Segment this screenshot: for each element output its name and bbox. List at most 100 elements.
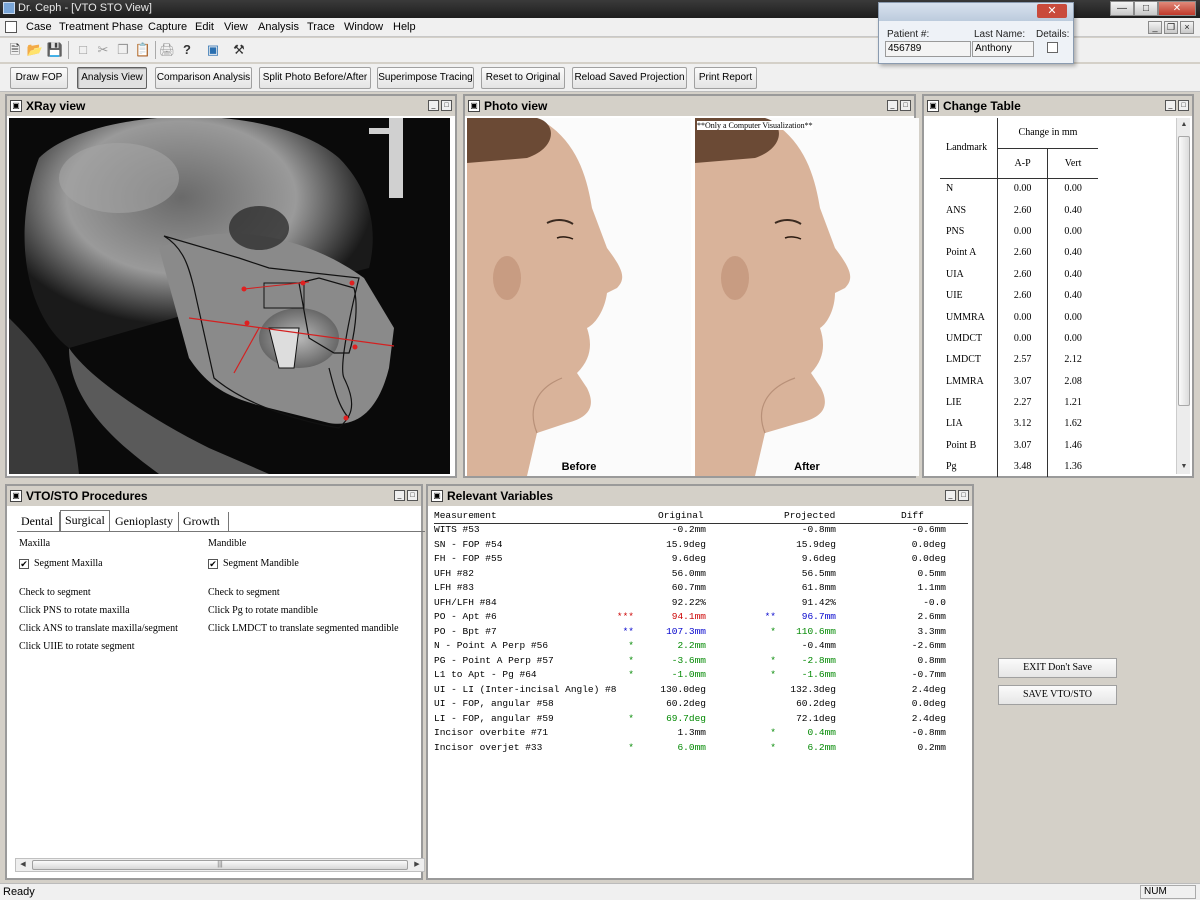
panel-minimize-icon[interactable]: _ bbox=[887, 100, 898, 111]
landmark-header: Landmark bbox=[940, 118, 998, 179]
exit-dont-save-button[interactable]: EXIT Don't Save bbox=[998, 658, 1117, 678]
comparison-analysis-button[interactable]: Comparison Analysis bbox=[155, 67, 252, 89]
reset-original-button[interactable]: Reset to Original bbox=[481, 67, 565, 89]
relevant-variables-table: Measurement Original Projected Diff WITS… bbox=[434, 510, 968, 756]
photo-after[interactable]: **Only a Computer Visualization** After bbox=[695, 118, 919, 476]
menu-view[interactable]: View bbox=[224, 21, 248, 33]
photo-panel: ▣ Photo view _ □ Before **Only a Compute… bbox=[463, 94, 919, 478]
diff-value: 0.5mm bbox=[917, 567, 946, 579]
measurement-cell: UI - LI (Inter-incisal Angle) #8 bbox=[434, 683, 617, 695]
cut-icon[interactable]: ✂ bbox=[94, 41, 112, 59]
patient-number-label: Patient #: bbox=[887, 29, 930, 40]
patient-number-field[interactable]: 456789 bbox=[885, 41, 971, 57]
table-header: Measurement Original Projected Diff bbox=[434, 510, 968, 524]
menu-trace[interactable]: Trace bbox=[307, 21, 335, 33]
horizontal-scrollbar[interactable]: ◀ ||| ▶ bbox=[15, 858, 425, 872]
last-name-field[interactable]: Anthony bbox=[972, 41, 1034, 57]
mdi-minimize-icon[interactable]: _ bbox=[1148, 21, 1162, 34]
measurement-cell: PG - Point A Perp #57 bbox=[434, 654, 554, 666]
analysis-view-button[interactable]: Analysis View bbox=[77, 67, 147, 89]
original-marker: * bbox=[628, 654, 634, 666]
copy-icon[interactable]: ❐ bbox=[114, 41, 132, 59]
panel-maximize-icon[interactable]: □ bbox=[407, 490, 418, 501]
draw-fop-button[interactable]: Draw FOP bbox=[10, 67, 68, 89]
save-icon[interactable]: 💾 bbox=[46, 41, 64, 59]
mdi-restore-icon[interactable]: ❐ bbox=[1164, 21, 1178, 34]
menu-window[interactable]: Window bbox=[344, 21, 383, 33]
xray-image[interactable] bbox=[9, 118, 450, 474]
menu-case[interactable]: Case bbox=[26, 21, 52, 33]
table-row: UMMRA 0.00 0.00 bbox=[940, 306, 1098, 328]
menu-analysis[interactable]: Analysis bbox=[258, 21, 299, 33]
table-row: N - Point A Perp #56 * 2.2mm -0.4mm -2.6mm bbox=[434, 640, 968, 655]
table-row: LIE 2.27 1.21 bbox=[940, 391, 1098, 414]
panel-maximize-icon[interactable]: □ bbox=[958, 490, 969, 501]
segment-mandible-checkbox[interactable]: ✔ bbox=[208, 559, 218, 569]
landmark-cell: Point B bbox=[946, 439, 977, 451]
landmark-cell: UIE bbox=[946, 290, 963, 302]
menu-help[interactable]: Help bbox=[393, 21, 416, 33]
close-window-button[interactable]: ✕ bbox=[1158, 1, 1196, 16]
ap-cell: 2.60 bbox=[996, 199, 1048, 221]
photo-before[interactable]: Before bbox=[467, 118, 691, 476]
document-icon[interactable] bbox=[5, 21, 17, 33]
paste-icon[interactable]: 📋 bbox=[134, 41, 152, 59]
projected-value: 61.8mm bbox=[801, 582, 836, 593]
ap-cell: 3.07 bbox=[996, 434, 1048, 457]
scroll-thumb[interactable] bbox=[1178, 136, 1190, 406]
maximize-window-button[interactable]: □ bbox=[1134, 1, 1158, 16]
reload-projection-button[interactable]: Reload Saved Projection bbox=[572, 67, 687, 89]
status-text: Ready bbox=[3, 886, 35, 898]
panel-minimize-icon[interactable]: _ bbox=[1165, 100, 1176, 111]
select-icon[interactable]: □ bbox=[74, 41, 92, 59]
scroll-thumb[interactable]: ||| bbox=[32, 860, 408, 870]
vert-cell: 0.00 bbox=[1047, 306, 1098, 328]
measurement-cell: UFH/LFH #84 bbox=[434, 596, 497, 608]
save-vto-sto-button[interactable]: SAVE VTO/STO bbox=[998, 685, 1117, 705]
scroll-right-icon[interactable]: ▶ bbox=[410, 859, 424, 871]
split-photo-button[interactable]: Split Photo Before/After bbox=[259, 67, 371, 89]
scroll-down-icon[interactable]: ▼ bbox=[1178, 460, 1190, 474]
panel-maximize-icon[interactable]: □ bbox=[900, 100, 911, 111]
original-marker: ** bbox=[622, 625, 634, 637]
table-row: PO - Bpt #7 ** 107.3mm * 110.6mm 3.3mm bbox=[434, 626, 968, 641]
before-label: Before bbox=[561, 461, 597, 473]
segment-maxilla-checkbox[interactable]: ✔ bbox=[19, 559, 29, 569]
tab-growth[interactable]: Growth bbox=[179, 512, 229, 532]
details-label: Details: bbox=[1036, 29, 1070, 40]
scroll-up-icon[interactable]: ▲ bbox=[1178, 118, 1190, 132]
panel-minimize-icon[interactable]: _ bbox=[428, 100, 439, 111]
print-report-button[interactable]: Print Report bbox=[694, 67, 757, 89]
tab-genioplasty[interactable]: Genioplasty bbox=[111, 512, 179, 532]
change-table-scrollbar[interactable]: ▲ ▼ bbox=[1176, 118, 1190, 474]
close-popup-icon[interactable]: ✕ bbox=[1037, 4, 1067, 18]
table-row: Point A 2.60 0.40 bbox=[940, 242, 1098, 264]
ap-cell: 2.60 bbox=[996, 242, 1048, 264]
menu-treatment-phase[interactable]: Treatment Phase bbox=[59, 21, 143, 33]
mandible-label: Mandible bbox=[208, 538, 247, 549]
panel-maximize-icon[interactable]: □ bbox=[441, 100, 452, 111]
panel-minimize-icon[interactable]: _ bbox=[394, 490, 405, 501]
scroll-left-icon[interactable]: ◀ bbox=[16, 859, 30, 871]
menu-capture[interactable]: Capture bbox=[148, 21, 187, 33]
landmark-cell: Pg bbox=[946, 461, 957, 473]
menu-edit[interactable]: Edit bbox=[195, 21, 214, 33]
tools-icon[interactable]: ⚒ bbox=[230, 41, 248, 59]
panel-maximize-icon[interactable]: □ bbox=[1178, 100, 1189, 111]
table-row: UFH #82 56.0mm 56.5mm 0.5mm bbox=[434, 568, 968, 583]
tab-dental[interactable]: Dental bbox=[17, 512, 60, 532]
table-row: LMMRA 3.07 2.08 bbox=[940, 370, 1098, 392]
superimpose-tracing-button[interactable]: Superimpose Tracing bbox=[377, 67, 474, 89]
print-icon[interactable]: 🖨 bbox=[158, 41, 176, 59]
details-checkbox[interactable] bbox=[1047, 42, 1058, 53]
mdi-close-icon[interactable]: × bbox=[1180, 21, 1194, 34]
help-icon[interactable]: ? bbox=[178, 41, 196, 59]
image-capture-icon[interactable]: ▣ bbox=[204, 41, 222, 59]
panel-minimize-icon[interactable]: _ bbox=[945, 490, 956, 501]
vto-procedures-panel: ▣ VTO/STO Procedures _ □ Dental Surgical… bbox=[5, 484, 425, 880]
open-folder-icon[interactable]: 📂 bbox=[26, 41, 44, 59]
tab-surgical[interactable]: Surgical bbox=[60, 510, 110, 532]
panel-icon: ▣ bbox=[431, 490, 443, 502]
minimize-window-button[interactable]: — bbox=[1110, 1, 1134, 16]
new-file-icon[interactable]: 🗎 bbox=[6, 41, 24, 59]
